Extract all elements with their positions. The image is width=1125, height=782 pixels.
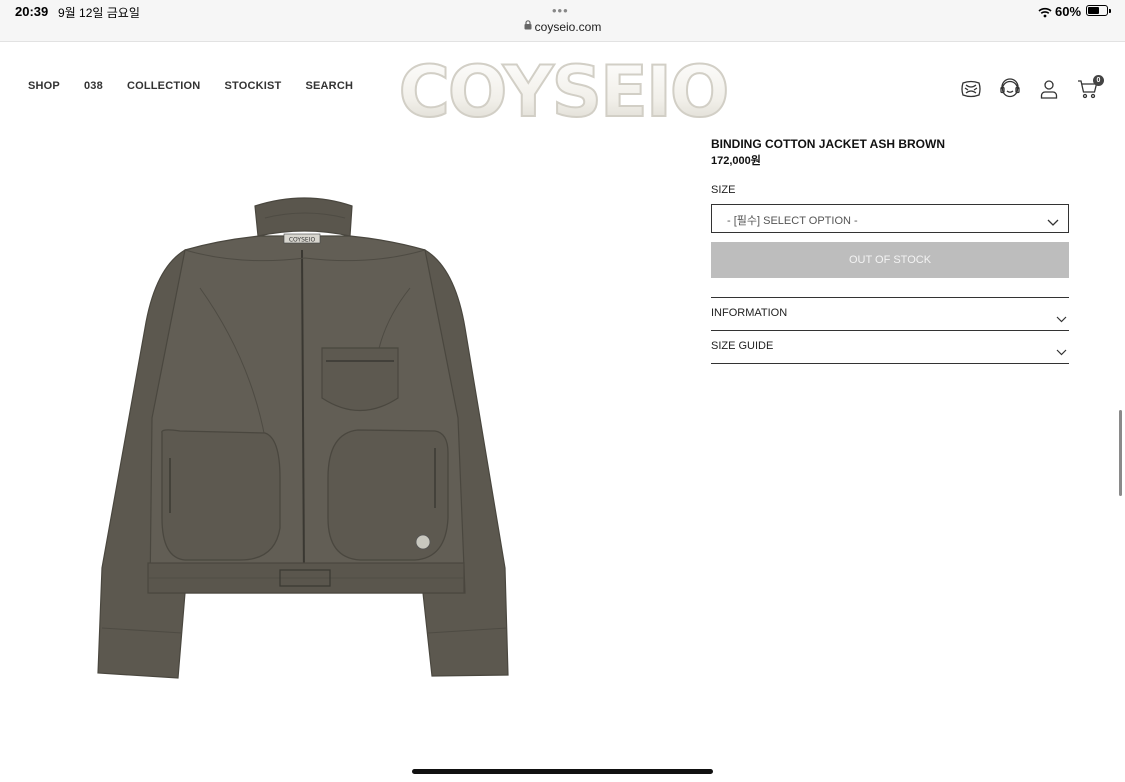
size-select-value: - [필수] SELECT OPTION - bbox=[727, 215, 858, 227]
address-bar[interactable]: coyseio.com bbox=[0, 20, 1125, 34]
scroll-indicator[interactable] bbox=[1119, 410, 1122, 496]
chevron-down-icon bbox=[1056, 343, 1067, 361]
product-accordion: INFORMATION SIZE GUIDE bbox=[711, 297, 1069, 364]
nav-shop[interactable]: SHOP bbox=[28, 80, 60, 92]
account-icon[interactable] bbox=[1038, 78, 1060, 100]
battery-level bbox=[1088, 7, 1099, 14]
accordion-size-guide-label: SIZE GUIDE bbox=[711, 340, 774, 352]
nav-collection[interactable]: COLLECTION bbox=[127, 80, 201, 92]
product-price: 172,000원 bbox=[711, 155, 761, 167]
wifi-icon bbox=[1038, 5, 1052, 23]
status-date: 9월 12일 금요일 bbox=[58, 6, 140, 20]
size-select[interactable]: - [필수] SELECT OPTION - bbox=[711, 204, 1069, 233]
battery-icon bbox=[1086, 5, 1111, 16]
main-nav: SHOP 038 COLLECTION STOCKIST SEARCH bbox=[28, 80, 377, 92]
accordion-size-guide[interactable]: SIZE GUIDE bbox=[711, 331, 1069, 364]
accordion-information[interactable]: INFORMATION bbox=[711, 298, 1069, 331]
lock-icon bbox=[524, 20, 532, 32]
multitasking-dots[interactable]: ••• bbox=[552, 3, 569, 18]
status-time: 20:39 bbox=[15, 4, 49, 19]
cart-count-badge: 0 bbox=[1093, 75, 1104, 86]
product-name: BINDING COTTON JACKET ASH BROWN bbox=[711, 137, 945, 151]
battery-percent: 60% bbox=[1055, 4, 1082, 19]
product-image[interactable]: COYSEIO bbox=[90, 188, 520, 688]
logo-text: COYSEIO bbox=[399, 52, 728, 126]
home-indicator[interactable] bbox=[412, 769, 713, 774]
nav-search[interactable]: SEARCH bbox=[305, 80, 353, 92]
globe-icon[interactable] bbox=[960, 78, 982, 100]
accordion-information-label: INFORMATION bbox=[711, 307, 788, 319]
out-of-stock-button[interactable]: OUT OF STOCK bbox=[711, 242, 1069, 278]
browser-status-bar: 20:39 9월 12일 금요일 ••• coyseio.com 60% bbox=[0, 0, 1125, 42]
nav-stockist[interactable]: STOCKIST bbox=[224, 80, 281, 92]
cart-icon[interactable]: 0 bbox=[1077, 75, 1104, 100]
nav-038[interactable]: 038 bbox=[84, 80, 103, 92]
jacket-label-text: COYSEIO bbox=[289, 237, 316, 244]
site-logo[interactable]: COYSEIO bbox=[395, 50, 731, 134]
header-icons: 0 bbox=[960, 75, 1104, 100]
jacket-logo-patch bbox=[415, 534, 431, 550]
url-text: coyseio.com bbox=[534, 20, 602, 34]
support-icon[interactable] bbox=[999, 78, 1021, 100]
chevron-down-icon bbox=[1047, 214, 1059, 232]
chevron-down-icon bbox=[1056, 310, 1067, 328]
size-label: SIZE bbox=[711, 184, 736, 196]
